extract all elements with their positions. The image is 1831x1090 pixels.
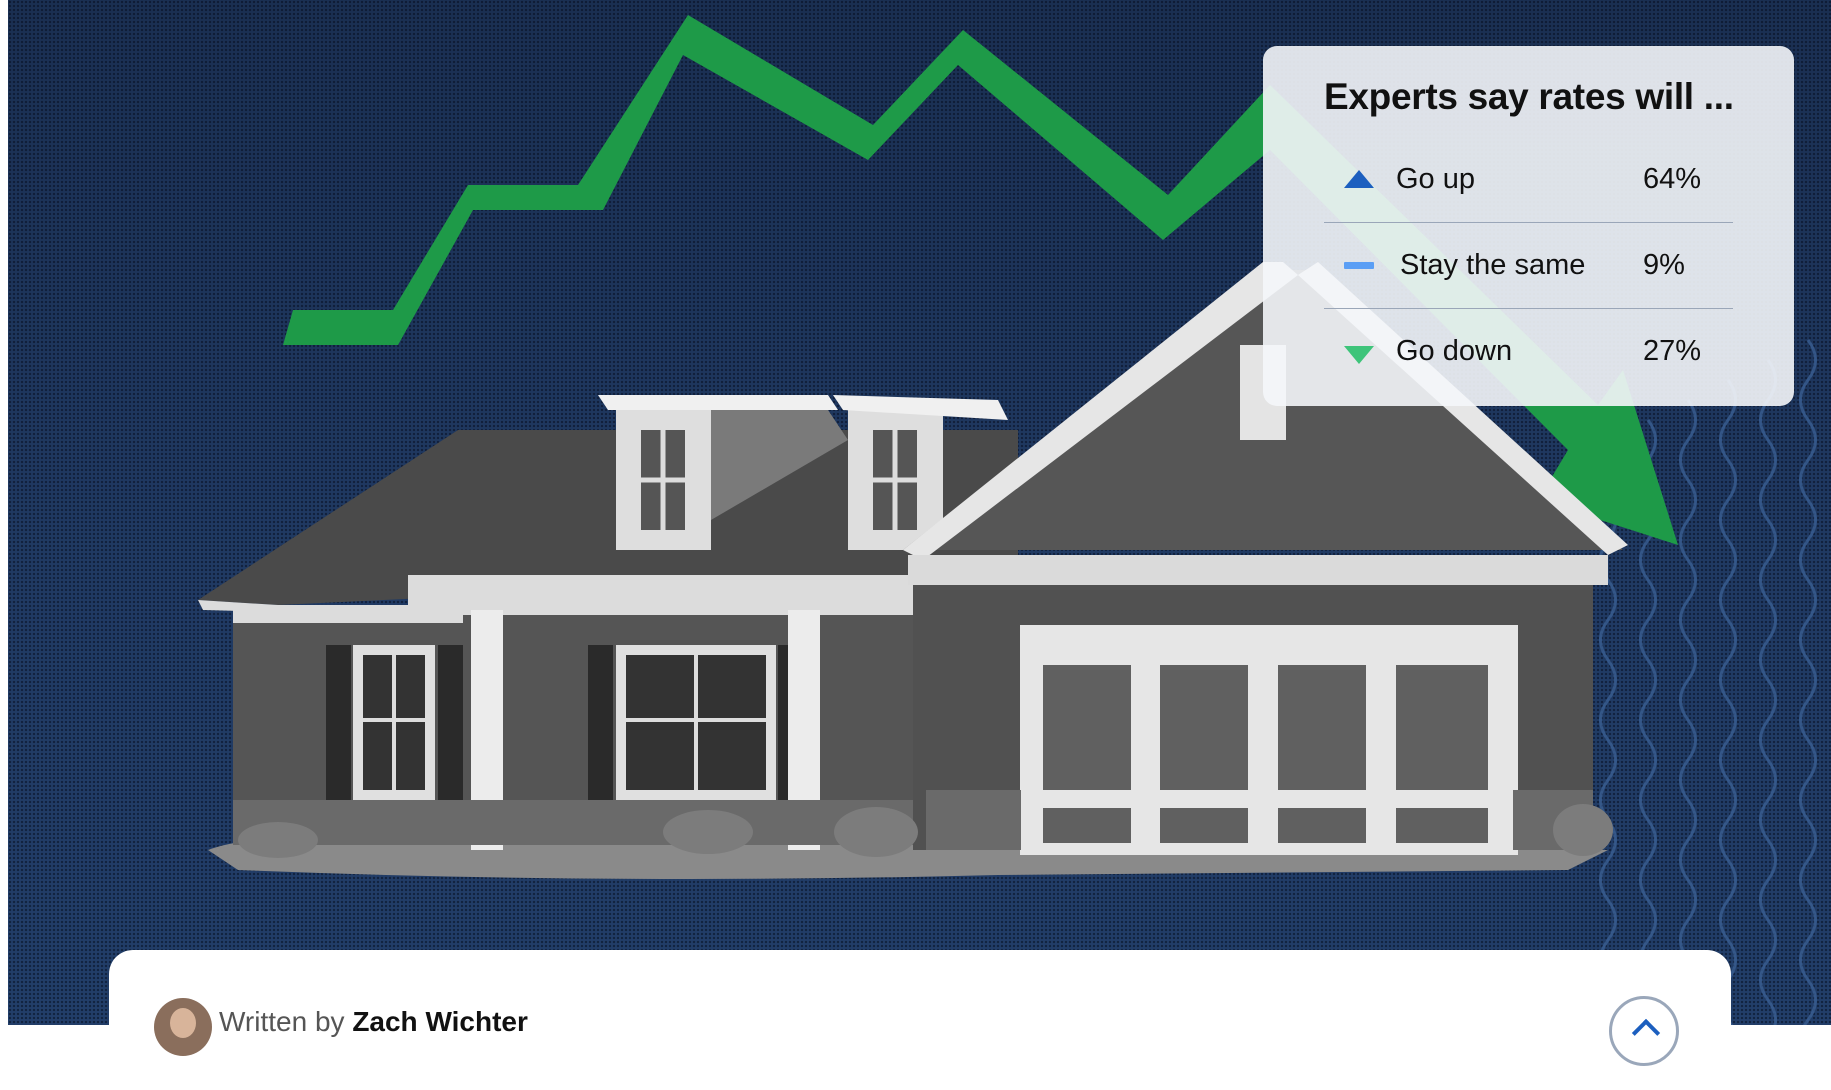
legend-label: Go up <box>1396 162 1475 195</box>
legend-value: 9% <box>1643 248 1685 281</box>
dash-icon <box>1344 250 1394 280</box>
byline: Written by Zach Wichter <box>219 1006 528 1038</box>
legend-label: Go down <box>1396 334 1513 367</box>
legend-row-go-down: Go down 27% <box>1324 308 1733 394</box>
hero-image: Experts say rates will ... Go up 64% Sta… <box>8 0 1831 1025</box>
down-triangle-icon <box>1344 336 1394 366</box>
legend-label: Stay the same <box>1400 248 1586 281</box>
legend-value: 27% <box>1643 334 1702 367</box>
legend-value: 64% <box>1643 162 1702 195</box>
avatar[interactable] <box>154 998 212 1056</box>
author-name[interactable]: Zach Wichter <box>352 1006 528 1037</box>
rates-legend-card: Experts say rates will ... Go up 64% Sta… <box>1263 46 1794 406</box>
up-triangle-icon <box>1344 164 1394 194</box>
legend-row-go-up: Go up 64% <box>1324 136 1733 223</box>
chevron-up-icon <box>1631 1018 1661 1048</box>
legend-title: Experts say rates will ... <box>1324 76 1734 117</box>
byline-prefix: Written by <box>219 1006 345 1037</box>
scroll-to-top-button[interactable] <box>1609 996 1679 1066</box>
legend-row-stay-same: Stay the same 9% <box>1324 222 1733 309</box>
author-card: Written by Zach Wichter <box>109 950 1731 1090</box>
